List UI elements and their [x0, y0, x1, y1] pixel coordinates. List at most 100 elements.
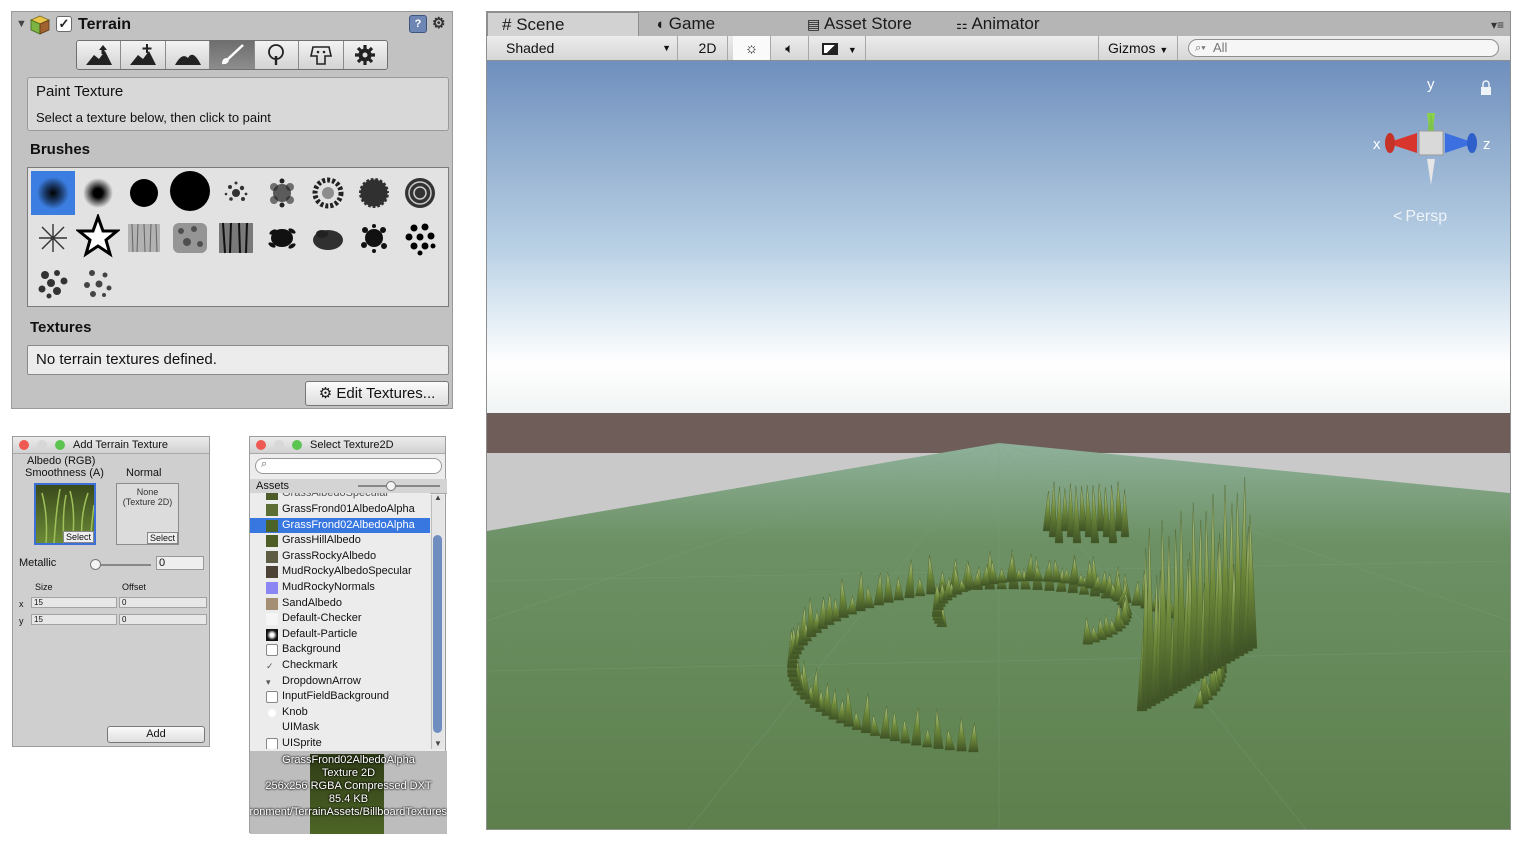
thumbnail-size-slider[interactable]	[358, 485, 440, 487]
select-albedo-button[interactable]: Select	[62, 531, 94, 543]
select-normal-button[interactable]: Select	[146, 532, 178, 544]
brush-leaf-cluster[interactable]	[260, 216, 304, 260]
brush-splatter-small[interactable]	[214, 171, 258, 215]
tab-scene[interactable]: # Scene	[487, 12, 639, 36]
brush-hard-round-medium[interactable]	[122, 171, 166, 215]
size-x-field[interactable]: 15	[31, 597, 117, 608]
place-trees-button[interactable]	[254, 41, 300, 69]
size-y-field[interactable]: 15	[31, 614, 117, 625]
textures-empty-message: No terrain textures defined.	[36, 351, 217, 368]
brush-swirl[interactable]	[398, 171, 442, 215]
gizmos-dropdown[interactable]: Gizmos ▼	[1098, 36, 1178, 60]
offset-y-field[interactable]: 0	[119, 614, 207, 625]
smooth-height-icon	[174, 54, 201, 65]
list-item[interactable]: Default-Particle	[250, 627, 430, 643]
shading-mode-dropdown[interactable]: Shaded ▼	[497, 36, 678, 60]
brush-streaks-dark[interactable]	[214, 216, 258, 260]
list-item[interactable]: GrassRockyAlbedo	[250, 549, 430, 565]
list-item[interactable]: ✓ Checkmark	[250, 658, 430, 674]
component-settings-gear-icon[interactable]: ⚙︎	[432, 14, 445, 32]
scene-search-input[interactable]: ⌕▾ All	[1188, 39, 1499, 57]
scrollbar-thumb[interactable]	[433, 535, 442, 733]
brush-noise-soft[interactable]	[168, 216, 212, 260]
zoom-window-button[interactable]	[292, 440, 302, 450]
select-texture2d-window: Select Texture2D ⌕ Assets GrassAlbedoSpe…	[249, 436, 447, 834]
list-item[interactable]: Background	[250, 642, 430, 658]
shading-mode-value: Shaded	[506, 40, 555, 56]
scroll-up-arrow-icon[interactable]: ▲	[434, 493, 442, 502]
brush-dots[interactable]	[398, 216, 442, 260]
thumbnail-size-knob[interactable]	[386, 481, 396, 491]
asset-list-scrollbar[interactable]: ▲ ▼	[431, 493, 444, 749]
2d-mode-toggle[interactable]: 2D	[688, 36, 728, 60]
list-item[interactable]: GrassHillAlbedo	[250, 533, 430, 549]
list-item[interactable]: ▾ DropdownArrow	[250, 674, 430, 690]
list-item[interactable]: Default-Checker	[250, 611, 430, 627]
search-filter-icon: ⌕▾	[1195, 42, 1206, 54]
brush-noise-dense[interactable]	[352, 171, 396, 215]
brush-spatter-dense[interactable]	[352, 216, 396, 260]
list-item[interactable]: UISprite	[250, 736, 430, 749]
brush-soft-round-small[interactable]	[31, 171, 75, 215]
brush-pebbles-sparse[interactable]	[76, 261, 120, 305]
gizmo-center-cube[interactable]	[1418, 130, 1444, 156]
list-item[interactable]: MudRockyNormals	[250, 580, 430, 596]
paint-details-button[interactable]	[299, 41, 344, 69]
list-item-label: Default-Particle	[282, 627, 358, 640]
scene-viewport[interactable]: y x z < Persp	[487, 61, 1510, 829]
brush-spatter-dense-icon	[361, 224, 387, 253]
enabled-checkbox[interactable]: ✓	[56, 16, 72, 32]
tab-animator[interactable]: ⚏ Animator	[956, 12, 1039, 36]
foldout-arrow-icon[interactable]: ▼	[16, 18, 27, 30]
zoom-window-button[interactable]	[55, 440, 65, 450]
list-item[interactable]: UIMask	[250, 720, 430, 736]
brush-hard-round-large[interactable]	[168, 169, 212, 213]
brush-streaks-light[interactable]	[122, 216, 166, 260]
list-item[interactable]: Knob	[250, 705, 430, 721]
list-item[interactable]: SandAlbedo	[250, 596, 430, 612]
assets-tab[interactable]: Assets	[256, 480, 289, 492]
projection-mode-label[interactable]: < Persp	[1393, 208, 1447, 225]
edit-textures-button[interactable]: ⚙︎ Edit Textures...	[305, 381, 449, 406]
scene-effects-dropdown[interactable]: ▼	[814, 36, 866, 60]
tab-asset-store[interactable]: ▤ Asset Store	[807, 12, 912, 36]
brush-star-burst[interactable]	[31, 216, 75, 260]
close-window-button[interactable]	[19, 440, 29, 450]
close-window-button[interactable]	[256, 440, 266, 450]
brush-pebbles[interactable]	[31, 261, 75, 305]
dropdown-arrow-icon: ▼	[1159, 45, 1169, 55]
paint-texture-button[interactable]	[210, 41, 255, 69]
scroll-down-arrow-icon[interactable]: ▼	[434, 739, 442, 748]
albedo-texture-slot[interactable]: Select	[34, 483, 96, 545]
metallic-slider-knob[interactable]	[90, 559, 101, 570]
raise-lower-terrain-button[interactable]	[77, 41, 122, 69]
minimize-window-button[interactable]	[37, 440, 47, 450]
add-button[interactable]: Add	[107, 726, 205, 743]
metallic-value-field[interactable]: 0	[156, 556, 204, 570]
brush-noise-ring[interactable]	[306, 171, 350, 215]
tab-menu-icon[interactable]: ▾≡	[1491, 18, 1504, 32]
brush-noise-cloud[interactable]	[260, 171, 304, 215]
list-item[interactable]: GrassAlbedoSpecular	[250, 493, 430, 502]
scene-audio-toggle[interactable]: 🔈︎	[771, 36, 809, 60]
terrain-scene-render: y x z < Persp	[487, 61, 1510, 829]
list-item[interactable]: MudRockyAlbedoSpecular	[250, 564, 430, 580]
brush-soft-round[interactable]	[76, 171, 120, 215]
list-item[interactable]: GrassFrond02AlbedoAlpha	[250, 517, 430, 534]
scene-lighting-toggle[interactable]: ☼	[733, 36, 771, 60]
paint-height-button[interactable]	[121, 41, 166, 69]
list-item[interactable]: InputFieldBackground	[250, 689, 430, 705]
offset-x-field[interactable]: 0	[119, 597, 207, 608]
texture-asset-list: GrassAlbedoSpecular GrassFrond01AlbedoAl…	[250, 493, 430, 749]
normal-texture-slot[interactable]: None (Texture 2D) Select	[116, 483, 179, 545]
brush-smudge[interactable]	[306, 216, 350, 260]
help-book-icon[interactable]: ?	[409, 15, 427, 33]
terrain-settings-button[interactable]	[343, 41, 387, 69]
smooth-height-button[interactable]	[165, 41, 211, 69]
texture-search-input[interactable]: ⌕	[255, 458, 442, 474]
tab-game[interactable]: ◖ Game	[655, 12, 715, 36]
brush-star[interactable]	[76, 214, 120, 258]
metallic-slider[interactable]	[95, 564, 151, 566]
minimize-window-button[interactable]	[274, 440, 284, 450]
list-item[interactable]: GrassFrond01AlbedoAlpha	[250, 502, 430, 518]
